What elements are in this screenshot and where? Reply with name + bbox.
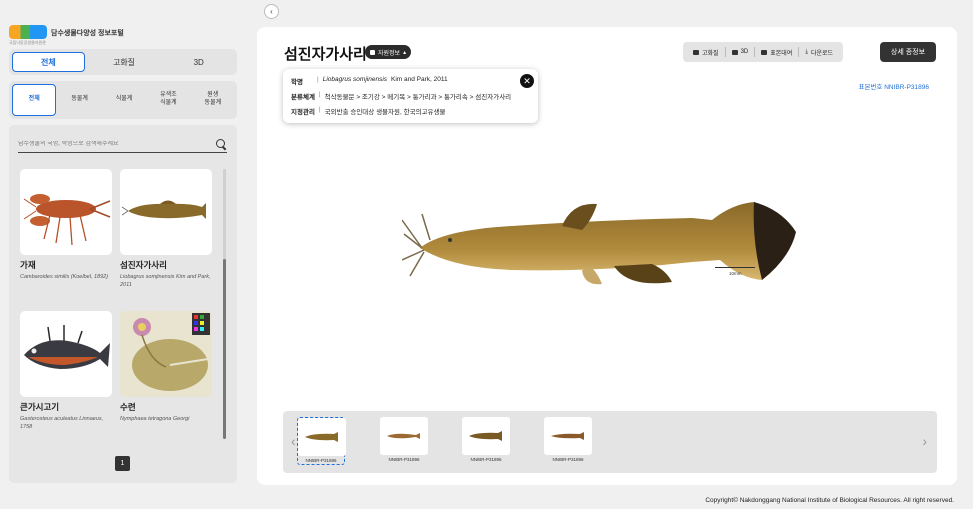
species-name: 섬진자가사리 [120,260,167,270]
list-scrollbar[interactable] [223,169,226,439]
thumbnail-image [298,418,346,456]
thumbnail-strip: ‹ NNIBR-P31896 NNIBR-P31896 NNIBR-P31896 [283,411,937,473]
species-thumbnail [120,311,212,397]
species-thumbnail [20,311,112,397]
view-mode-all[interactable]: 전체 [12,52,85,72]
image-icon [693,49,699,55]
species-thumbnail [20,169,112,255]
brand-title: 담수생물다양성 정보포털 [51,30,124,37]
brand-logo[interactable]: 담수생물다양성 정보포털 국립낙동강생물자원관 [9,25,124,45]
search-input[interactable] [18,140,215,147]
thumbnail-item[interactable]: NNIBR-P31896 [544,417,592,465]
species-list-panel: 가재 Cambaroides similis (Koelbel, 1892) 섬… [9,125,237,483]
download-label: 다운로드 [810,50,834,57]
thumbnail-label: NNIBR-P31896 [305,458,337,463]
species-name: 수련 [120,402,136,412]
info-icon [370,49,375,55]
taxonomy-key: 분류체계 [291,94,315,101]
category-animal[interactable]: 동물계 [58,84,100,116]
species-sci-name: Liobagrus somjinensis Kim and Park, 2011 [120,274,211,288]
brand-subtitle: 국립낙동강생물자원관 [9,40,46,45]
scientific-name: Liobagrus somjinensis [322,76,388,83]
3d-button[interactable]: 3D [726,47,756,57]
collapse-sidebar-button[interactable]: ‹ [264,4,279,19]
chevron-left-icon[interactable]: ‹ [291,433,296,449]
species-name: 큰가시고기 [20,402,60,412]
category-chromista[interactable]: 유색조 식물계 [147,84,189,116]
page-1-button[interactable]: 1 [115,456,130,471]
thumbnail-label: NNIBR-P31896 [388,457,420,462]
species-card[interactable]: 수련 Nymphaea tetragona Georgi [120,311,212,449]
3d-label: 3D [740,49,749,55]
species-sci-name: Nymphaea tetragona Georgi [120,416,190,422]
thumbnail-item[interactable]: NNIBR-P31896 [380,417,428,465]
view-mode-3d[interactable]: 3D [163,52,234,72]
taxonomy-value: 척삭동물문 > 조기강 > 메기목 > 퉁가리과 > 퉁가리속 > 섬진자가사리 [324,94,512,101]
thumbnail-image [380,417,428,455]
scientific-name-row: 학명 | Liobagrus somjinensis Kim and Park,… [291,76,448,86]
view-mode-hd[interactable]: 고화질 [89,52,160,72]
chevron-right-icon[interactable]: › [922,433,927,449]
scale-label: 10mm [729,271,742,276]
resource-info-toggle[interactable]: 자원정보 ▴ [365,45,412,59]
download-button[interactable]: ⤓ 다운로드 [799,47,839,57]
search-bar [18,135,227,153]
cube-icon [731,49,738,55]
thumbnail-image [544,417,592,455]
species-card[interactable]: 섬진자가사리 Liobagrus somjinensis Kim and Par… [120,169,212,307]
species-card[interactable]: 큰가시고기 Gasterosteus aculeatus Linnaeus, 1… [20,311,112,449]
species-name: 가재 [20,260,36,270]
species-grid: 가재 Cambaroides similis (Koelbel, 1892) 섬… [20,169,213,449]
thumbnail-label: NNIBR-P31896 [552,457,584,462]
page-title: 섬진자가사리 [284,46,367,63]
resource-info-label: 자원정보 [378,50,401,57]
thumbnail-item[interactable]: NNIBR-P31896 [297,417,346,465]
close-icon[interactable]: ✕ [520,74,534,88]
logo-mark-icon [9,25,47,39]
specimen-loan-button[interactable]: 표본대여 [755,47,800,57]
resource-info-popup: 학명 | Liobagrus somjinensis Kim and Park,… [283,69,538,123]
scientific-name-key: 학명 [291,79,303,86]
download-icon: ⤓ [805,48,808,55]
view-mode-selector: 전체 고화질 3D [9,49,237,75]
status-row: 지정관리 | 국외반출 승인대상 생물자원, 한국의고유생물 [291,106,446,116]
chevron-up-icon: ▴ [403,49,407,56]
thumbnail-item[interactable]: NNIBR-P31896 [462,417,510,465]
species-sci-name: Gasterosteus aculeatus Linnaeus, 1758 [20,416,104,430]
thumbnail-image [462,417,510,455]
scale-bar [715,267,755,268]
category-protozoa[interactable]: 원생 동물계 [192,84,234,116]
hd-label: 고화질 [702,50,719,57]
category-plant[interactable]: 식물계 [103,84,145,116]
status-key: 지정관리 [291,109,315,116]
book-icon [761,49,768,55]
thumbnail-label: NNIBR-P31896 [470,457,502,462]
page: 담수생물다양성 정보포털 국립낙동강생물자원관 전체 고화질 3D 전체 동물계… [0,0,973,509]
category-tabs: 전체 동물계 식물계 유색조 식물계 원생 동물계 [9,81,237,119]
status-value: 국외반출 승인대상 생물자원, 한국의고유생물 [324,109,446,116]
species-sci-name: Cambaroides similis (Koelbel, 1892) [20,274,109,280]
hd-button[interactable]: 고화질 [687,47,726,57]
taxonomy-row: 분류체계 | 척삭동물문 > 조기강 > 메기목 > 퉁가리과 > 퉁가리속 >… [291,91,512,101]
scrollbar-thumb[interactable] [223,259,226,439]
copyright-footer: Copyright© Nakdonggang National Institut… [705,497,954,504]
media-toolbar: 고화질 3D 표본대여 ⤓ 다운로드 [683,42,844,62]
species-card[interactable]: 가재 Cambaroides similis (Koelbel, 1892) [20,169,112,307]
specimen-loan-label: 표본대여 [770,50,793,57]
chevron-left-icon: ‹ [270,7,273,16]
category-all[interactable]: 전체 [12,84,57,116]
species-thumbnail [120,169,212,255]
scientific-author: Kim and Park, 2011 [391,76,448,83]
species-detail-button[interactable]: 상세 종정보 [880,42,936,62]
search-icon[interactable] [215,138,227,150]
specimen-image [402,202,796,285]
specimen-number: 표본번호 NNIBR-P31896 [858,84,929,91]
detail-panel: 섬진자가사리 자원정보 ▴ 고화질 3D 표본대여 ⤓ 다운로드 상세 종정보 학… [257,27,957,485]
